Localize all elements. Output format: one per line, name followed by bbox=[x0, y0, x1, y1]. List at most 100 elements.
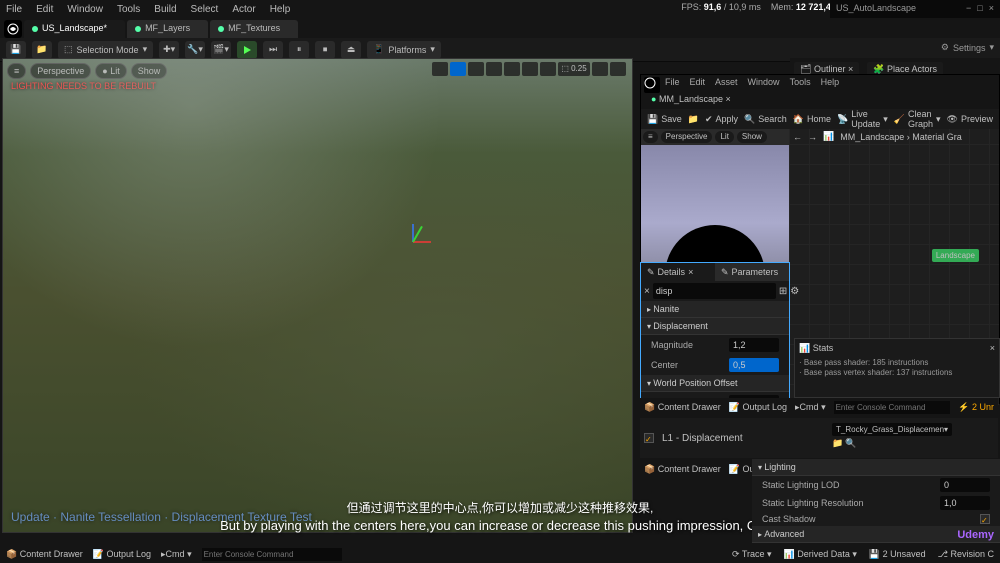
me-help[interactable]: Help bbox=[821, 77, 840, 89]
maximize-icon[interactable]: □ bbox=[977, 3, 982, 15]
perspective-dropdown[interactable]: Perspective bbox=[30, 63, 91, 79]
tab-mf-layers[interactable]: MF_Layers bbox=[127, 20, 208, 38]
unread-badge[interactable]: ⚡ 2 Unr bbox=[958, 402, 994, 413]
pause-icon[interactable]: ⏸ bbox=[289, 41, 309, 59]
displacement-category[interactable]: Displacement bbox=[641, 318, 789, 335]
transform-gizmo[interactable] bbox=[398, 224, 428, 254]
me-browse-icon[interactable]: 📁 bbox=[688, 114, 699, 125]
vp-tool-4[interactable] bbox=[486, 62, 502, 76]
content-drawer-btn[interactable]: 📦 Content Drawer bbox=[644, 402, 721, 413]
tab-mf-textures[interactable]: MF_Textures bbox=[210, 20, 298, 38]
res-field[interactable]: 1,0 bbox=[940, 496, 990, 510]
minimize-icon[interactable]: − bbox=[966, 3, 971, 15]
eject-icon[interactable]: ⏏ bbox=[341, 41, 361, 59]
magnitude-field[interactable]: 1,2 bbox=[729, 338, 779, 352]
vp-tool-6[interactable] bbox=[522, 62, 538, 76]
me-file[interactable]: File bbox=[665, 77, 680, 89]
vp-tool-1[interactable] bbox=[432, 62, 448, 76]
sequence-icon[interactable]: 🎬▾ bbox=[211, 41, 231, 59]
cmd-dropdown[interactable]: ▸Cmd ▾ bbox=[795, 402, 826, 413]
browse-icon[interactable]: 📁 bbox=[32, 41, 52, 59]
vp-tool-2[interactable] bbox=[450, 62, 466, 76]
menu-edit[interactable]: Edit bbox=[36, 4, 53, 15]
material-tab[interactable]: ● MM_Landscape × bbox=[641, 91, 999, 109]
derived-data-menu[interactable]: 📊 Derived Data ▾ bbox=[784, 549, 857, 560]
footer-cmd[interactable]: ▸Cmd ▾ bbox=[161, 549, 192, 560]
ue-logo-small-icon[interactable] bbox=[644, 77, 660, 93]
lighting-category[interactable]: Lighting bbox=[752, 459, 1000, 476]
me-window[interactable]: Window bbox=[748, 77, 780, 89]
texture-combo[interactable]: T_Rocky_Grass_Displacemen ▾ bbox=[832, 423, 952, 436]
me-apply[interactable]: ✔ Apply bbox=[705, 114, 738, 125]
footer-output[interactable]: 📝 Output Log bbox=[93, 549, 151, 560]
pv-persp[interactable]: Perspective bbox=[661, 131, 713, 143]
trace-menu[interactable]: ⟳ Trace ▾ bbox=[732, 549, 772, 560]
me-save[interactable]: 💾 Save bbox=[647, 114, 682, 125]
settings-button[interactable]: ⚙ Settings ▾ bbox=[941, 42, 994, 53]
vp-tool-9[interactable] bbox=[610, 62, 626, 76]
pv-menu-icon[interactable]: ≡ bbox=[643, 131, 658, 143]
menu-file[interactable]: File bbox=[6, 4, 22, 15]
gear-icon[interactable]: ⚙ bbox=[790, 286, 799, 297]
me-tools[interactable]: Tools bbox=[790, 77, 811, 89]
vp-tool-8[interactable] bbox=[592, 62, 608, 76]
menu-select[interactable]: Select bbox=[191, 4, 219, 15]
nav-fwd-icon[interactable]: → bbox=[808, 132, 817, 142]
console-input[interactable] bbox=[834, 401, 951, 414]
lit-dropdown[interactable]: ● Lit bbox=[95, 63, 126, 79]
pv-lit[interactable]: Lit bbox=[715, 131, 733, 143]
vp-tool-5[interactable] bbox=[504, 62, 520, 76]
me-edit[interactable]: Edit bbox=[690, 77, 706, 89]
menu-tools[interactable]: Tools bbox=[117, 4, 140, 15]
graph-node[interactable]: Landscape bbox=[932, 249, 979, 262]
nav-back-icon[interactable]: ← bbox=[793, 132, 802, 142]
lod-field[interactable]: 0 bbox=[940, 478, 990, 492]
menu-actor[interactable]: Actor bbox=[232, 4, 255, 15]
footer-console-input[interactable] bbox=[202, 548, 342, 561]
footer-drawer[interactable]: 📦 Content Drawer bbox=[6, 549, 83, 560]
menu-help[interactable]: Help bbox=[270, 4, 291, 15]
play-button[interactable] bbox=[237, 41, 257, 59]
viewport-menu-icon[interactable]: ≡ bbox=[7, 63, 26, 79]
tab-landscape[interactable]: US_Landscape* bbox=[24, 20, 125, 38]
browse-to-icon[interactable]: 🔍 bbox=[845, 438, 856, 449]
vp-tool-7[interactable] bbox=[540, 62, 556, 76]
graph-icon[interactable]: 📊 bbox=[823, 131, 834, 142]
revision-menu[interactable]: ⎇ Revision C bbox=[938, 549, 994, 560]
breadcrumb[interactable]: MM_Landscape › Material Gra bbox=[840, 132, 962, 142]
platforms-menu[interactable]: 📱 Platforms ▾ bbox=[367, 41, 441, 59]
unsaved-badge[interactable]: 💾 2 Unsaved bbox=[869, 549, 926, 560]
details-tab[interactable]: ✎ Details × bbox=[641, 263, 715, 281]
output-log-btn[interactable]: 📝 Output Log bbox=[729, 402, 787, 413]
shadow-checkbox[interactable] bbox=[980, 514, 990, 524]
blueprint-icon[interactable]: 🔧▾ bbox=[185, 41, 205, 59]
save-icon[interactable]: 💾 bbox=[6, 41, 26, 59]
me-live[interactable]: 📡 Live Update ▾ bbox=[837, 109, 888, 129]
me-search[interactable]: 🔍 Search bbox=[744, 114, 787, 125]
vp-scale[interactable]: ⬚ 0.25 bbox=[558, 62, 590, 76]
pv-show[interactable]: Show bbox=[737, 131, 767, 143]
layer-checkbox[interactable] bbox=[644, 433, 654, 443]
add-icon[interactable]: ✚▾ bbox=[159, 41, 179, 59]
parameters-tab[interactable]: ✎ Parameters bbox=[715, 263, 789, 281]
stats-close-icon[interactable]: × bbox=[990, 343, 995, 354]
mode-selector[interactable]: ⬚ Selection Mode ▾ bbox=[58, 41, 153, 59]
center-field[interactable]: 0,5 bbox=[729, 358, 779, 372]
wpo-category[interactable]: World Position Offset bbox=[641, 375, 789, 392]
me-preview[interactable]: 👁 Preview bbox=[947, 114, 993, 125]
details-search-input[interactable] bbox=[653, 283, 776, 299]
content-drawer-btn-2[interactable]: 📦 Content Drawer bbox=[644, 464, 721, 475]
filter-icon[interactable]: ⊞ bbox=[779, 286, 787, 297]
nanite-category[interactable]: Nanite bbox=[641, 301, 789, 318]
main-viewport[interactable]: ≡ Perspective ● Lit Show ⬚ 0.25 LIGHTING… bbox=[2, 58, 633, 533]
me-home[interactable]: 🏠 Home bbox=[793, 114, 831, 125]
menu-window[interactable]: Window bbox=[67, 4, 103, 15]
show-dropdown[interactable]: Show bbox=[131, 63, 168, 79]
me-clean[interactable]: 🧹 Clean Graph ▾ bbox=[894, 109, 941, 129]
stop-icon[interactable]: ⏹ bbox=[315, 41, 335, 59]
close-icon[interactable]: × bbox=[989, 3, 994, 15]
skip-icon[interactable]: ⏭ bbox=[263, 41, 283, 59]
unreal-logo-icon[interactable] bbox=[4, 20, 22, 38]
stats-title[interactable]: 📊 Stats bbox=[799, 343, 833, 354]
vp-tool-3[interactable] bbox=[468, 62, 484, 76]
